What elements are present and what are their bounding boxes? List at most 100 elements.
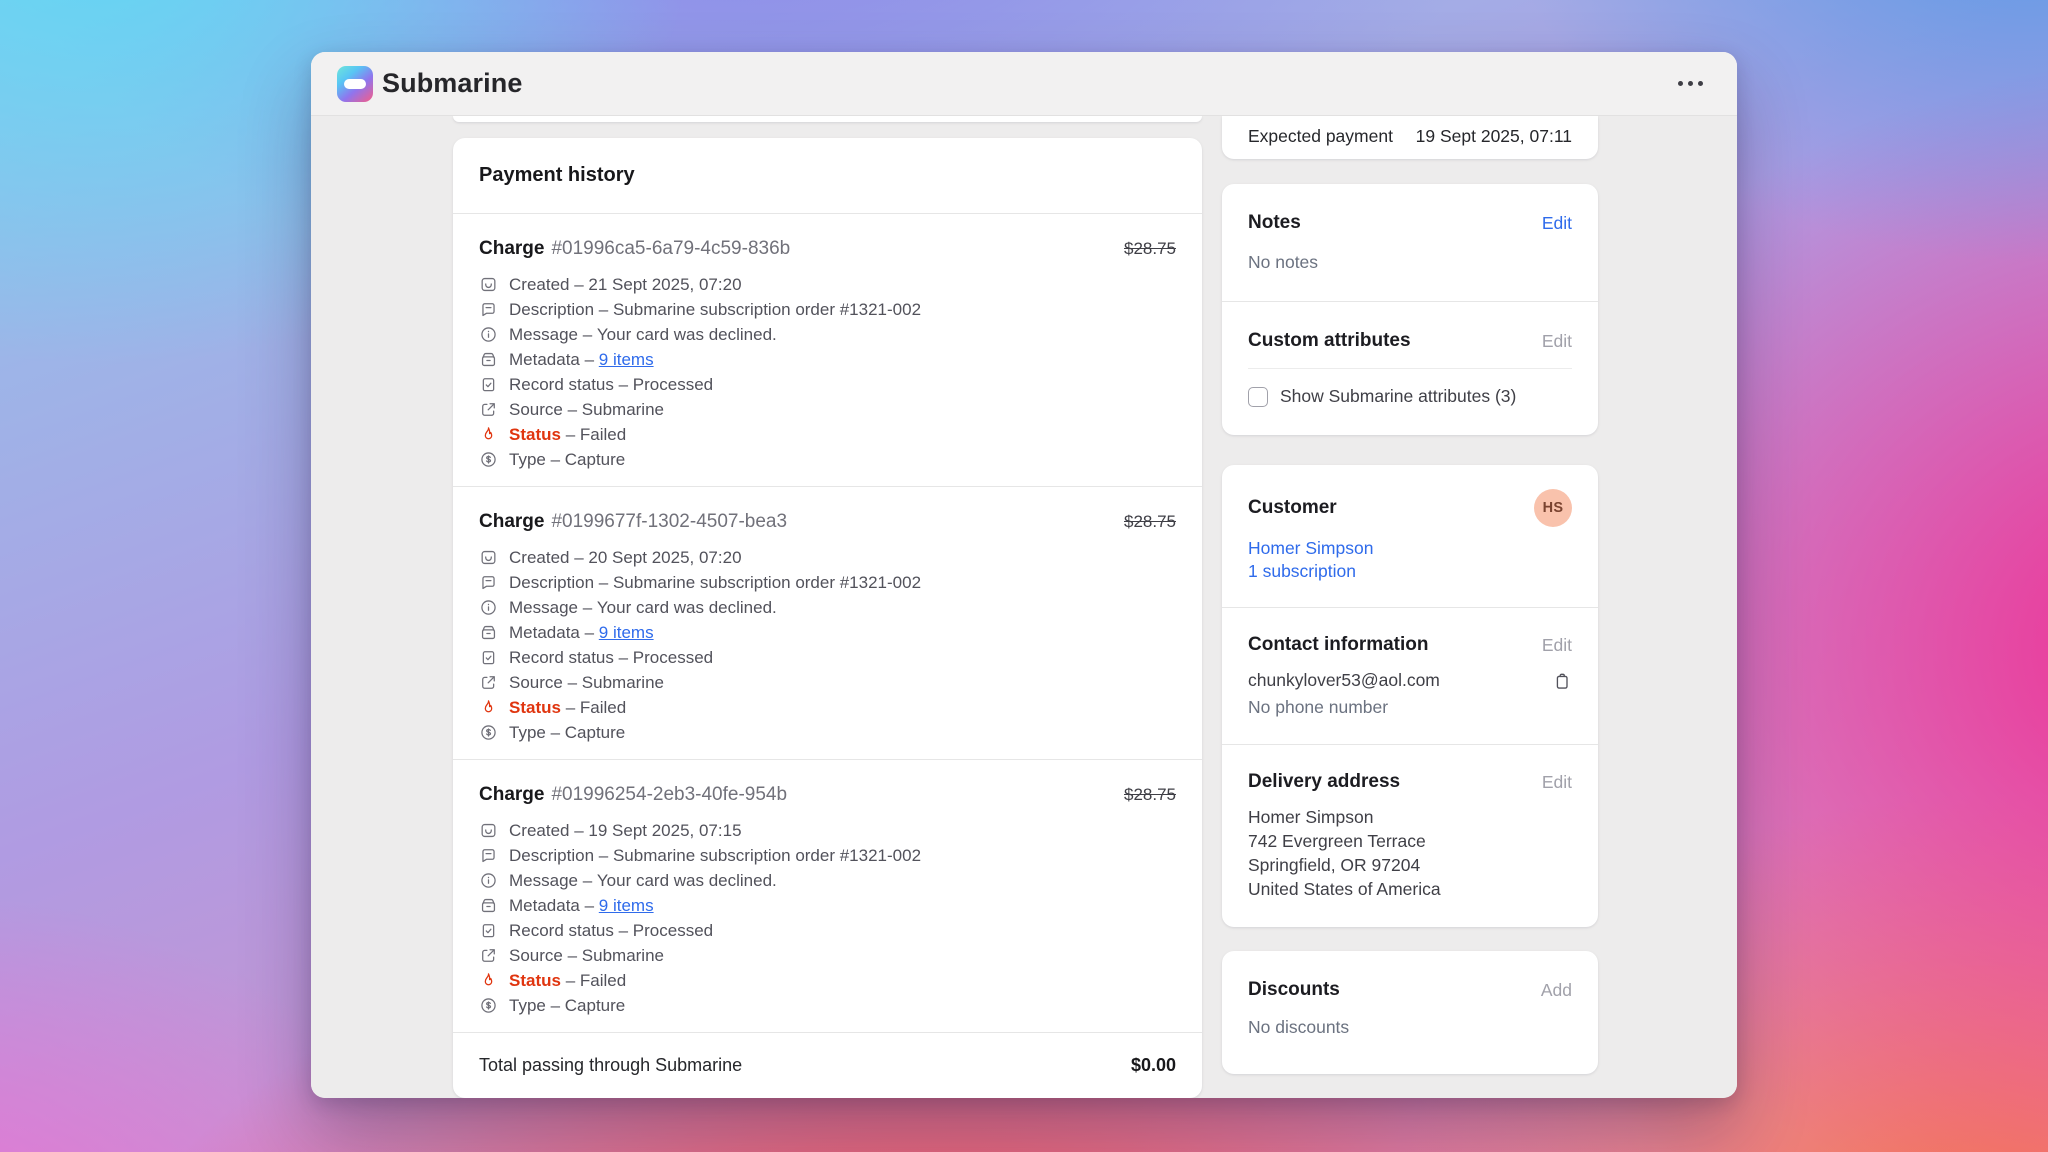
detail-separator: – <box>594 846 613 866</box>
detail-label: Metadata <box>509 896 580 916</box>
detail-label: Record status <box>509 921 614 941</box>
charge-section: Charge#0199677f-1302-4507-bea3$28.75Crea… <box>453 487 1202 759</box>
contact-edit-button[interactable]: Edit <box>1542 635 1572 656</box>
detail-label: Message <box>509 871 578 891</box>
total-value: $0.00 <box>1131 1055 1176 1076</box>
avatar[interactable]: HS <box>1534 489 1572 527</box>
metadata-items-link[interactable]: 9 items <box>599 623 654 643</box>
detail-separator: – <box>546 723 565 743</box>
charges-list: Charge#01996ca5-6a79-4c59-836b$28.75Crea… <box>453 214 1202 1033</box>
charge-detail-row: Message – Your card was declined. <box>479 868 1176 893</box>
show-attributes-toggle[interactable]: Show Submarine attributes (3) <box>1248 386 1572 407</box>
detail-separator: – <box>569 548 588 568</box>
clipboard-icon[interactable] <box>1552 671 1572 691</box>
charge-detail-row: Type – Capture <box>479 447 1176 472</box>
customer-name-link[interactable]: Homer Simpson <box>1248 537 1572 560</box>
main-column: Payment history Charge#01996ca5-6a79-4c5… <box>453 116 1202 1098</box>
custom-attributes-edit-button[interactable]: Edit <box>1542 331 1572 352</box>
contact-information-section: Contact information Edit chunkylover53@a… <box>1222 608 1598 744</box>
receipt-icon <box>479 275 498 294</box>
charge-detail-row: Created – 19 Sept 2025, 07:15 <box>479 818 1176 843</box>
detail-label: Record status <box>509 375 614 395</box>
ellipsis-icon[interactable] <box>1670 73 1711 94</box>
receipt-icon <box>479 548 498 567</box>
detail-separator: – <box>578 871 597 891</box>
contact-phone-empty: No phone number <box>1248 697 1572 718</box>
detail-label: Source <box>509 946 563 966</box>
scrolled-card-remnant <box>453 116 1202 122</box>
show-attributes-checkbox[interactable] <box>1248 387 1268 407</box>
app-title: Submarine <box>382 68 522 99</box>
detail-label: Metadata <box>509 623 580 643</box>
detail-value: Submarine <box>582 946 664 966</box>
charge-detail-row: Record status – Processed <box>479 645 1176 670</box>
detail-value: Processed <box>633 375 713 395</box>
detail-label: Record status <box>509 648 614 668</box>
detail-label: Status <box>509 971 561 991</box>
customer-section: Customer HS Homer Simpson 1 subscription <box>1222 465 1598 607</box>
detail-value: Submarine subscription order #1321-002 <box>613 300 921 320</box>
metadata-items-link[interactable]: 9 items <box>599 896 654 916</box>
notes-edit-button[interactable]: Edit <box>1542 213 1572 234</box>
detail-label: Source <box>509 400 563 420</box>
notes-card: Notes Edit No notes Custom attributes Ed… <box>1222 184 1598 435</box>
app-window: Submarine Payment history Charge#01996ca… <box>311 52 1737 1098</box>
charge-label: Charge <box>479 784 544 806</box>
charge-detail-row: Description – Submarine subscription ord… <box>479 570 1176 595</box>
total-row: Total passing through Submarine $0.00 <box>453 1033 1202 1098</box>
detail-label: Type <box>509 450 546 470</box>
clipboard-check-icon <box>479 921 498 940</box>
show-attributes-label: Show Submarine attributes (3) <box>1280 386 1516 407</box>
delivery-address-line: Homer Simpson <box>1248 805 1572 829</box>
charge-detail-row: Metadata – 9 items <box>479 347 1176 372</box>
detail-separator: – <box>614 648 633 668</box>
expected-payment-label: Expected payment <box>1248 126 1393 147</box>
discounts-card: Discounts Add No discounts <box>1222 951 1598 1074</box>
notes-title: Notes <box>1248 212 1301 234</box>
detail-label: Description <box>509 573 594 593</box>
info-icon <box>479 325 498 344</box>
discounts-add-button[interactable]: Add <box>1541 980 1572 1001</box>
delivery-edit-button[interactable]: Edit <box>1542 772 1572 793</box>
detail-separator: – <box>614 375 633 395</box>
archive-icon <box>479 896 498 915</box>
archive-icon <box>479 623 498 642</box>
clipboard-check-icon <box>479 648 498 667</box>
charge-detail-row: Status – Failed <box>479 968 1176 993</box>
charge-detail-row: Metadata – 9 items <box>479 620 1176 645</box>
charge-detail-row: Source – Submarine <box>479 670 1176 695</box>
customer-subscription-link[interactable]: 1 subscription <box>1248 560 1572 583</box>
payment-history-title: Payment history <box>453 138 1202 213</box>
detail-value: Capture <box>565 996 625 1016</box>
detail-value: Submarine <box>582 673 664 693</box>
charge-detail-row: Description – Submarine subscription ord… <box>479 297 1176 322</box>
detail-label: Status <box>509 698 561 718</box>
custom-attributes-title: Custom attributes <box>1248 330 1411 352</box>
delivery-address-line: United States of America <box>1248 877 1572 901</box>
detail-separator: – <box>563 673 582 693</box>
customer-title: Customer <box>1248 497 1337 519</box>
divider <box>1248 368 1572 369</box>
detail-value: Submarine <box>582 400 664 420</box>
detail-label: Description <box>509 300 594 320</box>
detail-value: Failed <box>580 971 626 991</box>
detail-value: Processed <box>633 648 713 668</box>
note-icon <box>479 573 498 592</box>
customer-card: Customer HS Homer Simpson 1 subscription… <box>1222 465 1598 927</box>
expected-payment-card: Expected payment 19 Sept 2025, 07:11 <box>1222 116 1598 159</box>
detail-separator: – <box>561 971 580 991</box>
detail-separator: – <box>561 698 580 718</box>
charge-section: Charge#01996ca5-6a79-4c59-836b$28.75Crea… <box>453 214 1202 486</box>
detail-separator: – <box>563 946 582 966</box>
detail-separator: – <box>563 400 582 420</box>
external-link-icon <box>479 946 498 965</box>
payment-history-card: Payment history Charge#01996ca5-6a79-4c5… <box>453 138 1202 1098</box>
charge-detail-row: Message – Your card was declined. <box>479 595 1176 620</box>
delivery-address-line: 742 Evergreen Terrace <box>1248 829 1572 853</box>
metadata-items-link[interactable]: 9 items <box>599 350 654 370</box>
discounts-title: Discounts <box>1248 979 1340 1001</box>
note-icon <box>479 300 498 319</box>
delivery-address-lines: Homer Simpson742 Evergreen TerraceSpring… <box>1248 805 1572 901</box>
title-bar: Submarine <box>311 52 1737 116</box>
detail-label: Type <box>509 996 546 1016</box>
